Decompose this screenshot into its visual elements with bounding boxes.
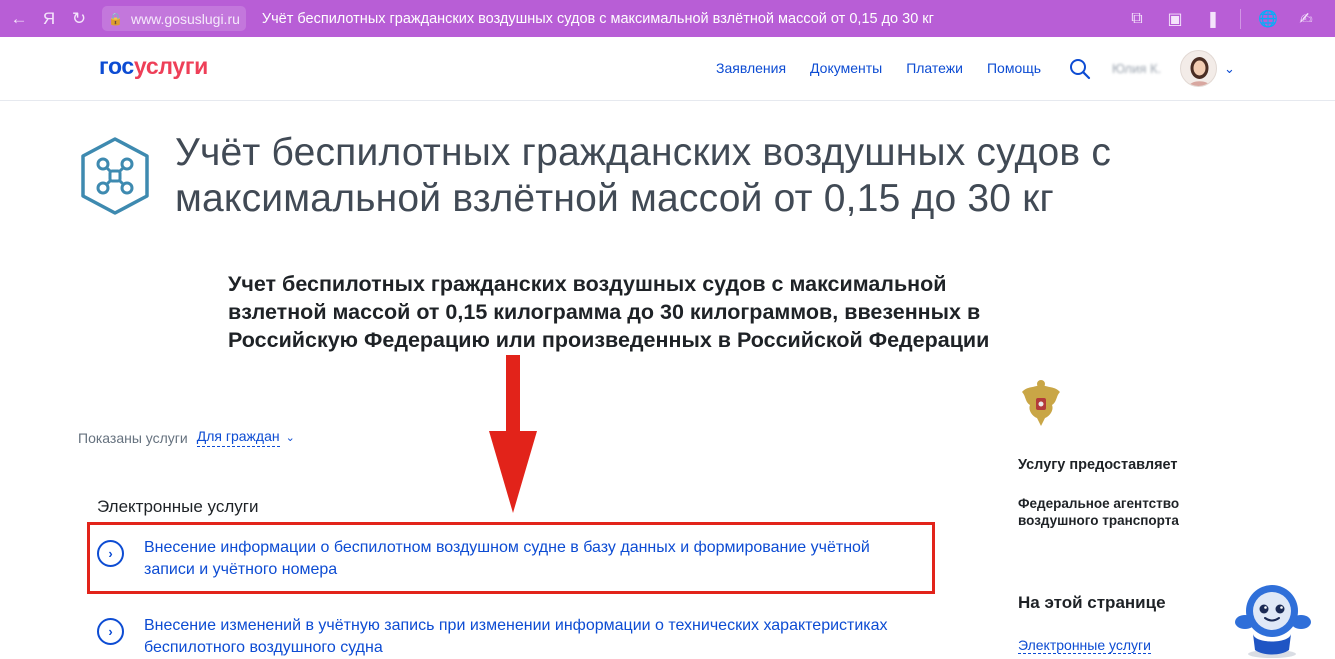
- chevron-down-icon[interactable]: ⌄: [1224, 61, 1235, 77]
- robot-assistant-icon[interactable]: [1231, 578, 1313, 659]
- browser-toolbar: ← Я ↻ 🔒 www.gosuslugi.ru Учёт беспилотны…: [0, 0, 1335, 37]
- url-text: www.gosuslugi.ru: [130, 10, 240, 27]
- nav-help[interactable]: Помощь: [987, 60, 1041, 76]
- section-heading: Электронные услуги: [97, 497, 259, 516]
- nav-documents[interactable]: Документы: [810, 60, 882, 76]
- avatar[interactable]: [1180, 50, 1217, 87]
- coat-of-arms-icon: [1022, 380, 1060, 426]
- service-description: Учет беспилотных гражданских воздушных с…: [228, 272, 990, 352]
- lock-icon: 🔒: [108, 11, 123, 26]
- site-header: госуслуги Заявления Документы Платежи По…: [0, 37, 1335, 101]
- address-bar[interactable]: 🔒 www.gosuslugi.ru: [102, 6, 246, 31]
- drone-icon: [81, 137, 149, 215]
- reload-icon[interactable]: ↻: [64, 0, 94, 37]
- search-icon[interactable]: [1068, 57, 1092, 81]
- back-arrow-icon[interactable]: ←: [4, 0, 34, 37]
- filter-dropdown[interactable]: Для граждан: [196, 428, 280, 447]
- chevron-right-icon: ›: [97, 540, 124, 567]
- page-title: Учёт беспилотных гражданских воздушных с…: [175, 131, 1112, 220]
- nav-applications[interactable]: Заявления: [716, 60, 786, 76]
- user-name[interactable]: Юлия К.: [1112, 61, 1161, 76]
- browser-page-title: Учёт беспилотных гражданских воздушных с…: [261, 10, 934, 27]
- chevron-down-icon[interactable]: ⌄: [286, 431, 295, 444]
- nav-payments[interactable]: Платежи: [906, 60, 963, 76]
- downloads-icon[interactable]: ✍: [1291, 0, 1321, 37]
- main-nav: Заявления Документы Платежи Помощь: [716, 60, 1041, 76]
- filter-label: Показаны услуги: [78, 429, 188, 446]
- globe-icon[interactable]: 🌐: [1253, 0, 1283, 37]
- service-link-label[interactable]: Внесение изменений в учётную запись при …: [144, 615, 924, 659]
- service-link-item[interactable]: › Внесение информации о беспилотном возд…: [97, 537, 924, 581]
- avatar-image: [1188, 57, 1211, 86]
- toolbar-divider: [1240, 8, 1241, 29]
- provider-name[interactable]: Федеральное агентство воздушного транспо…: [1018, 495, 1218, 529]
- bookmark-icon[interactable]: ❚: [1198, 0, 1228, 37]
- tabs-icon[interactable]: ⧉: [1122, 0, 1152, 37]
- chevron-right-icon: ›: [97, 618, 124, 645]
- service-link-item[interactable]: › Внесение изменений в учётную запись пр…: [97, 615, 924, 659]
- provider-label: Услугу предоставляет: [1018, 457, 1178, 473]
- on-page-heading: На этой странице: [1018, 593, 1166, 612]
- service-link-label[interactable]: Внесение информации о беспилотном воздуш…: [144, 537, 924, 581]
- logo-uslugi: услуги: [133, 53, 208, 79]
- on-page-link[interactable]: Электронные услуги: [1018, 637, 1151, 654]
- gosuslugi-logo[interactable]: госуслуги: [99, 53, 208, 80]
- logo-gos: гос: [99, 53, 134, 79]
- yandex-icon[interactable]: Я: [34, 0, 64, 37]
- service-filter: Показаны услуги Для граждан ⌄: [78, 428, 295, 447]
- extensions-icon[interactable]: ▣: [1160, 0, 1190, 37]
- red-arrow-annotation: [489, 355, 537, 513]
